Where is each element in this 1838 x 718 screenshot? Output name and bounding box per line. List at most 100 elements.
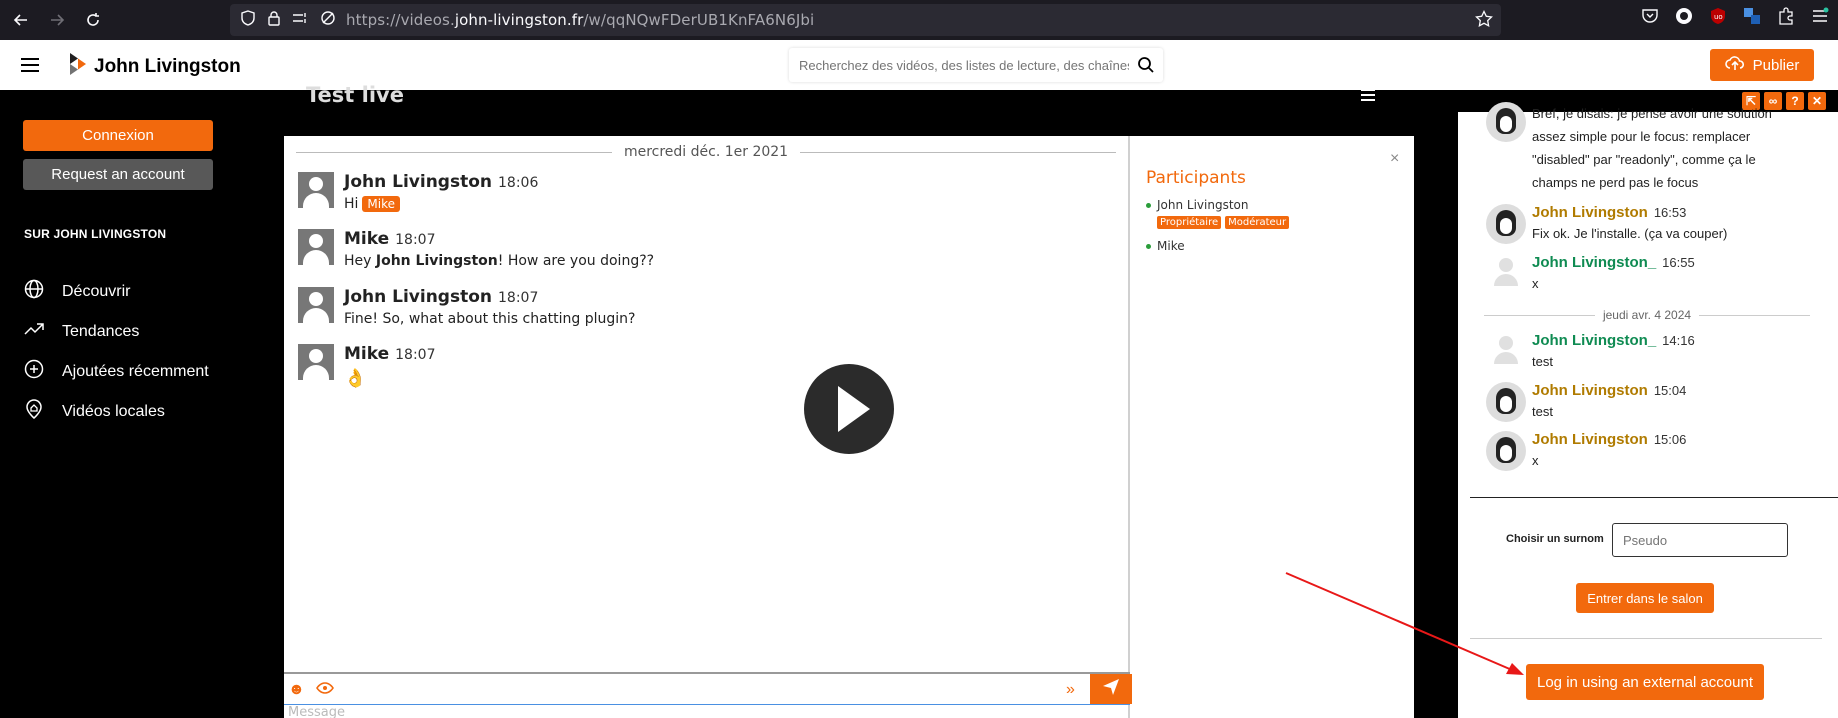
sidebar-item-trending[interactable]: Tendances <box>24 319 139 344</box>
send-icon <box>1102 678 1120 701</box>
sidebar-item-discover[interactable]: Découvrir <box>24 279 130 304</box>
role-badge: Propriétaire <box>1157 216 1222 229</box>
message-input[interactable]: Message <box>288 705 345 718</box>
message-time: 15:06 <box>1653 432 1687 447</box>
nickname-input[interactable] <box>1612 523 1788 557</box>
avatar <box>298 287 334 323</box>
message-author: John Livingston <box>1532 204 1648 221</box>
translate-icon[interactable] <box>1742 6 1762 26</box>
message-author: John Livingston_ <box>1532 332 1657 349</box>
search-icon[interactable] <box>1137 56 1155 79</box>
date-separator: jeudi avr. 4 2024 <box>1484 308 1811 322</box>
chat-message: John Livingston_ 14:16 test <box>1486 332 1695 372</box>
publish-button[interactable]: Publier <box>1710 49 1814 81</box>
message-author: John Livingston <box>1532 431 1648 448</box>
sidebar-item-recent[interactable]: Ajoutées récemment <box>24 359 209 384</box>
message-time: 16:53 <box>1653 205 1687 220</box>
avatar <box>1486 382 1526 422</box>
sidebar-item-label: Tendances <box>62 322 140 340</box>
message-time: 18:07 <box>498 290 539 306</box>
sidebar-item-label: Ajoutées récemment <box>62 362 209 380</box>
shield-icon[interactable] <box>240 9 256 31</box>
search-box <box>789 48 1163 82</box>
home-pin-icon <box>24 399 44 424</box>
enter-room-button[interactable]: Entrer dans le salon <box>1576 583 1714 613</box>
browser-toolbar: https://videos.john-livingston.fr/w/qqNQ… <box>0 0 1838 40</box>
divider <box>1470 638 1822 639</box>
participants-title: Participants <box>1146 168 1246 188</box>
avatar <box>298 172 334 208</box>
avatar <box>298 229 334 265</box>
login-button[interactable]: Connexion <box>23 120 213 151</box>
message-text: Fix ok. Je l'installe. (ça va couper) <box>1532 226 1728 241</box>
avatar <box>298 344 334 380</box>
menu-toggle-icon[interactable] <box>20 56 40 79</box>
divider <box>1470 497 1838 498</box>
message-time: 18:07 <box>395 232 436 248</box>
message-time: 18:07 <box>395 347 436 363</box>
chat-message: John Livingston 18:07 Fine! So, what abou… <box>298 287 635 327</box>
pocket-icon[interactable] <box>1640 6 1660 26</box>
message-text: Bref, je disais: je pense avoir une solu… <box>1532 106 1772 190</box>
message-time: 16:55 <box>1662 255 1695 270</box>
menu-icon[interactable] <box>1810 6 1830 26</box>
close-chat-icon[interactable]: ✕ <box>1808 92 1826 110</box>
forward-icon[interactable] <box>42 5 72 35</box>
avatar <box>1486 332 1526 372</box>
peertube-logo-icon <box>68 52 86 81</box>
sidebar-section-heading: SUR JOHN LIVINGSTON <box>24 227 167 241</box>
ublock-icon[interactable]: uo <box>1708 6 1728 26</box>
permissions-icon[interactable] <box>292 10 310 31</box>
chat-message: John Livingston 15:06 x <box>1486 431 1686 471</box>
help-icon[interactable]: ? <box>1786 92 1804 110</box>
message-text: Fine! So, what about this chatting plugi… <box>344 311 636 327</box>
chat-message: Mike 18:07 Hey John Livingston! How are y… <box>298 229 654 269</box>
sidebar-item-label: Découvrir <box>62 282 131 300</box>
url-bar[interactable]: https://videos.john-livingston.fr/w/qqNQ… <box>230 4 1501 36</box>
upload-cloud-icon <box>1724 55 1745 75</box>
chat-message: John Livingston 15:04 test <box>1486 382 1686 422</box>
participant-item[interactable]: John Livingston Propriétaire Modérateur <box>1146 198 1406 229</box>
send-button[interactable] <box>1090 674 1132 704</box>
participant-item[interactable]: Mike <box>1146 239 1406 253</box>
message-time: 14:16 <box>1662 333 1695 348</box>
message-author: Mike <box>344 344 390 364</box>
sidebar-item-label: Vidéos locales <box>62 402 165 420</box>
lock-icon[interactable] <box>266 10 282 31</box>
eye-icon[interactable] <box>316 681 334 699</box>
bookmark-star-icon[interactable] <box>1475 9 1493 33</box>
close-icon[interactable]: × <box>1390 150 1399 168</box>
privacy-badger-icon[interactable] <box>1674 6 1694 26</box>
play-button[interactable] <box>804 364 894 454</box>
publish-label: Publier <box>1752 56 1800 74</box>
message-time: 18:06 <box>498 175 539 191</box>
external-login-button[interactable]: Log in using an external account <box>1526 664 1764 700</box>
avatar <box>1486 431 1526 471</box>
extensions-bar: uo <box>1640 6 1830 26</box>
site-logo[interactable]: John Livingston <box>68 52 241 81</box>
video-menu-icon[interactable] <box>1360 88 1376 107</box>
mention-badge: Mike <box>362 196 401 212</box>
plus-circle-icon <box>24 359 44 384</box>
message-author: John Livingston_ <box>1532 254 1657 271</box>
online-dot <box>1146 244 1151 249</box>
request-account-button[interactable]: Request an account <box>23 159 213 190</box>
chat-toolbar: ☻ » <box>284 672 1132 704</box>
tracking-off-icon[interactable] <box>320 10 336 31</box>
video-title: Test live <box>306 83 404 107</box>
message-text: x <box>1532 276 1539 291</box>
reload-icon[interactable] <box>78 5 108 35</box>
search-input[interactable] <box>799 57 1129 73</box>
trending-icon <box>24 319 44 344</box>
back-icon[interactable] <box>6 5 36 35</box>
sidebar-item-local[interactable]: Vidéos locales <box>24 399 165 424</box>
expand-icon[interactable]: » <box>1066 681 1075 699</box>
chat-message: John Livingston_ 16:55 x <box>1486 254 1695 294</box>
online-dot <box>1146 203 1151 208</box>
emoji-icon[interactable]: ☻ <box>288 681 305 699</box>
role-badge: Modérateur <box>1225 216 1290 229</box>
extensions-icon[interactable] <box>1776 6 1796 26</box>
message-author: John Livingston <box>344 287 492 307</box>
message-input-border <box>284 704 1130 718</box>
avatar <box>1486 102 1526 142</box>
